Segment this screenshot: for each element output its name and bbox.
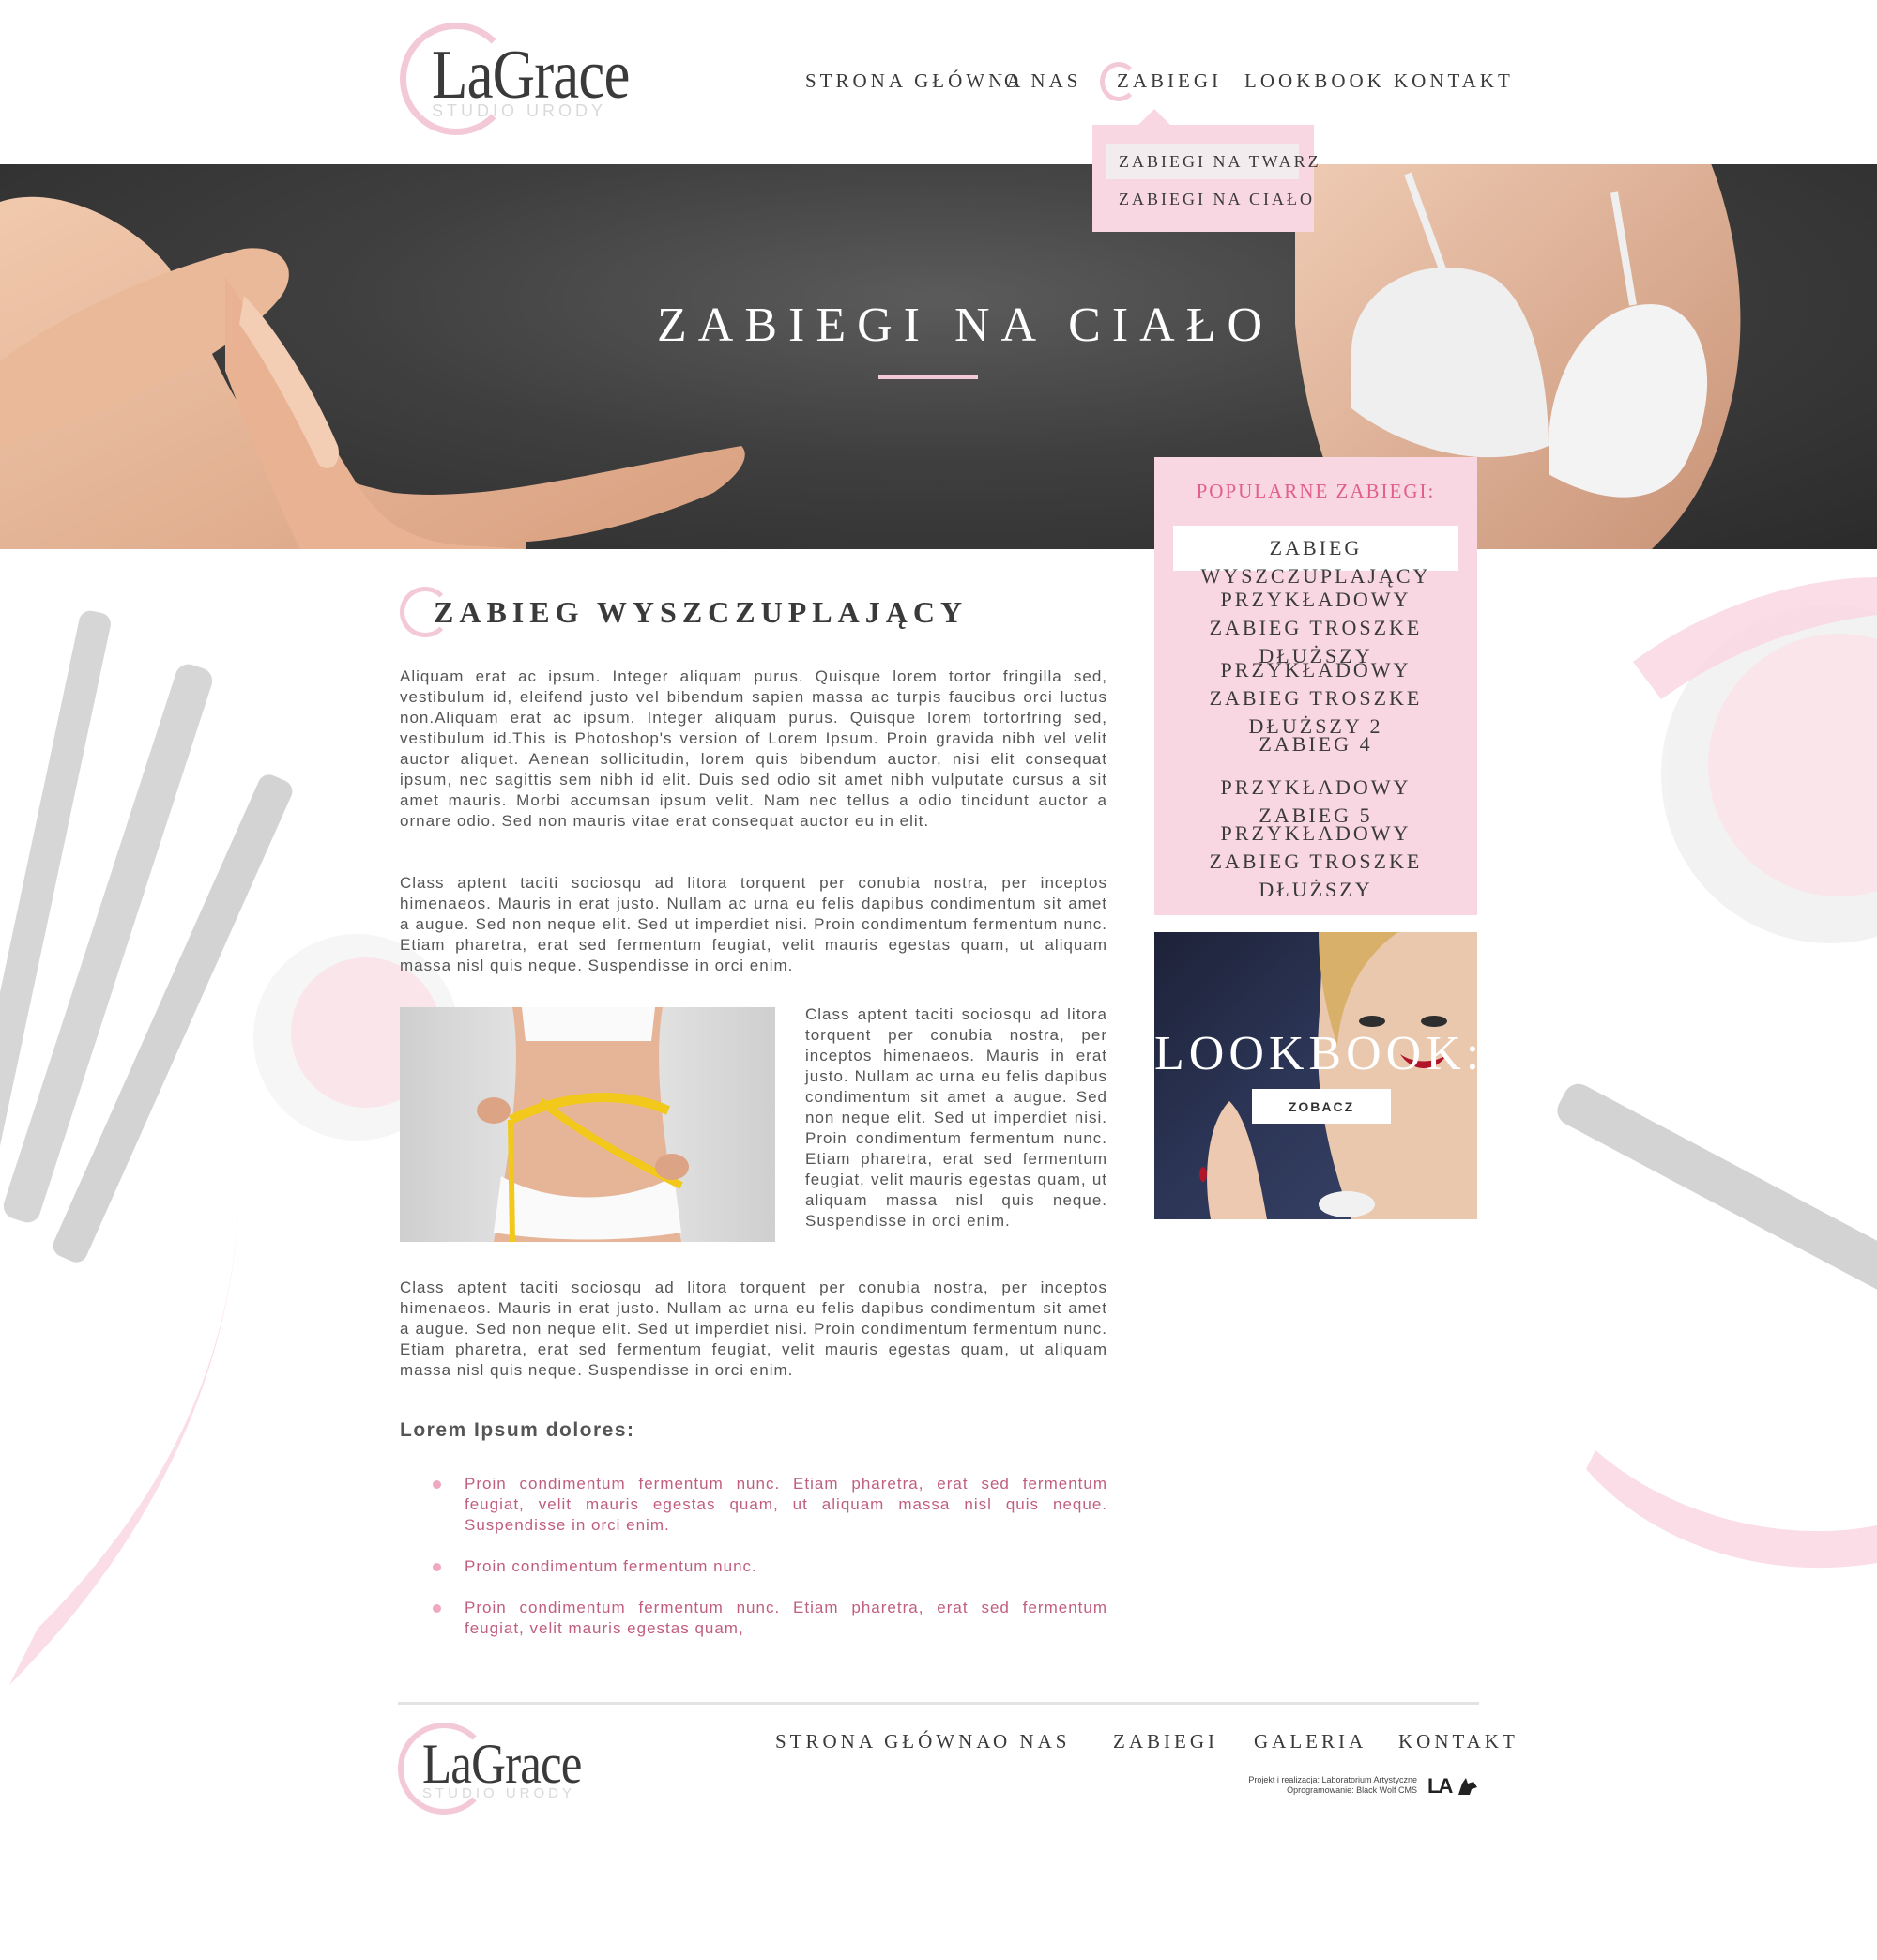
dropdown-arrow-icon	[1137, 109, 1171, 126]
black-wolf-logo-icon[interactable]	[1457, 1776, 1479, 1797]
nav-active-ring-icon	[1100, 62, 1137, 101]
list-item-text: Proin condimentum fermentum nunc. Etiam …	[465, 1475, 1107, 1534]
nav-o-nas[interactable]: O NAS	[1004, 69, 1081, 93]
paragraph-3: Class aptent taciti sociosqu ad litora t…	[805, 1005, 1107, 1230]
sidebar-item-zabieg-4[interactable]: ZABIEG 4	[1173, 730, 1458, 758]
makeup-brush-right-icon	[1557, 1083, 1877, 1297]
waist-measuring-tape-image	[400, 1007, 775, 1242]
lookbook-promo[interactable]: LOOKBOOK: ZOBACZ	[1154, 932, 1477, 1219]
makeup-brush-left-icon	[0, 610, 293, 1263]
credits-line-software[interactable]: Oprogramowanie: Black Wolf CMS	[1173, 1785, 1417, 1796]
footer-nav-o-nas[interactable]: O NAS	[993, 1730, 1070, 1753]
bullet-dot-icon	[433, 1604, 441, 1613]
bullet-dot-icon	[433, 1480, 441, 1489]
site-header: LaGrace STUDIO URODY STRONA GŁÓWNA O NAS…	[0, 0, 1877, 164]
laboratorium-artystyczne-logo[interactable]: LA	[1427, 1774, 1453, 1799]
list-subheading: Lorem Ipsum dolores:	[400, 1419, 635, 1441]
lookbook-title: LOOKBOOK:	[1154, 1027, 1477, 1080]
sidebar-item-przykladowy-zabieg-dluzszy[interactable]: PRZYKŁADOWY ZABIEG TROSZKE DŁUŻSZY	[1173, 819, 1458, 904]
nav-lookbook[interactable]: LOOKBOOK	[1244, 69, 1385, 93]
pink-brush-stroke-left	[9, 1187, 239, 1685]
sidebar-heading: POPULARNE ZABIEGI:	[1196, 480, 1436, 502]
page-title: ZABIEG WYSZCZUPLAJĄCY	[434, 595, 969, 629]
list-item-text: Proin condimentum fermentum nunc. Etiam …	[465, 1599, 1107, 1637]
logo-tagline: STUDIO URODY	[432, 101, 607, 120]
footer-logo-tagline: STUDIO URODY	[422, 1785, 576, 1801]
hero-banner: ZABIEGI NA CIAŁO	[0, 164, 1877, 549]
footer-nav-galeria[interactable]: GALERIA	[1254, 1730, 1366, 1753]
footer-credits: Projekt i realizacja: Laboratorium Artys…	[1173, 1775, 1417, 1796]
zabiegi-dropdown-menu: ZABIEGI NA TWARZ ZABIEGI NA CIAŁO	[1092, 125, 1319, 232]
list-item: Proin condimentum fermentum nunc.	[400, 1556, 1107, 1577]
footer-divider	[398, 1702, 1479, 1705]
paragraph-4: Class aptent taciti sociosqu ad litora t…	[400, 1279, 1107, 1379]
site-logo[interactable]: LaGrace STUDIO URODY	[398, 21, 630, 143]
bullet-dot-icon	[433, 1563, 441, 1571]
sidebar-item-przykladowy-zabieg-2[interactable]: PRZYKŁADOWY ZABIEG TROSZKE DŁUŻSZY 2	[1173, 656, 1458, 741]
hero-title-underline	[878, 375, 978, 379]
main-nav: STRONA GŁÓWNA O NAS ZABIEGI LOOKBOOK KON…	[805, 69, 1510, 98]
nav-kontakt[interactable]: KONTAKT	[1394, 69, 1514, 93]
hero-legs-image	[0, 196, 745, 549]
lookbook-zobacz-button[interactable]: ZOBACZ	[1252, 1089, 1391, 1124]
list-item: Proin condimentum fermentum nunc. Etiam …	[400, 1598, 1107, 1639]
footer-nav-zabiegi[interactable]: ZABIEGI	[1113, 1730, 1218, 1753]
paragraph-1: Aliquam erat ac ipsum. Integer aliquam p…	[400, 667, 1107, 830]
footer-logo[interactable]: LaGrace STUDIO URODY	[398, 1723, 586, 1826]
nav-strona-glowna[interactable]: STRONA GŁÓWNA	[805, 69, 1024, 93]
popular-treatments-sidebar: POPULARNE ZABIEGI: ZABIEG WYSZCZUPLAJĄCY…	[1154, 457, 1477, 915]
credits-line-design[interactable]: Projekt i realizacja: Laboratorium Artys…	[1173, 1775, 1417, 1785]
dropdown-item-zabiegi-na-cialo[interactable]: ZABIEGI NA CIAŁO	[1106, 181, 1312, 217]
main-content: ZABIEG WYSZCZUPLAJĄCY Aliquam erat ac ip…	[400, 582, 1107, 1637]
footer-nav-kontakt[interactable]: KONTAKT	[1398, 1730, 1518, 1753]
footer-nav-strona-glowna[interactable]: STRONA GŁÓWNA	[775, 1730, 994, 1753]
pink-brush-stroke-right-bottom	[1586, 1450, 1877, 1569]
section-title-block: ZABIEG WYSZCZUPLAJĄCY	[400, 582, 1107, 648]
bullet-list: Proin condimentum fermentum nunc. Etiam …	[400, 1474, 1107, 1660]
hero-title: ZABIEGI NA CIAŁO	[657, 299, 1274, 352]
dropdown-item-zabiegi-na-twarz[interactable]: ZABIEGI NA TWARZ	[1106, 144, 1319, 179]
paragraph-2: Class aptent taciti sociosqu ad litora t…	[400, 874, 1107, 974]
footer-nav: STRONA GŁÓWNA O NAS ZABIEGI GALERIA KONT…	[775, 1730, 1515, 1758]
list-item: Proin condimentum fermentum nunc. Etiam …	[400, 1474, 1107, 1536]
list-item-text: Proin condimentum fermentum nunc.	[465, 1557, 757, 1575]
sidebar-item-zabieg-wyszczuplajacy[interactable]: ZABIEG WYSZCZUPLAJĄCY	[1173, 526, 1458, 588]
